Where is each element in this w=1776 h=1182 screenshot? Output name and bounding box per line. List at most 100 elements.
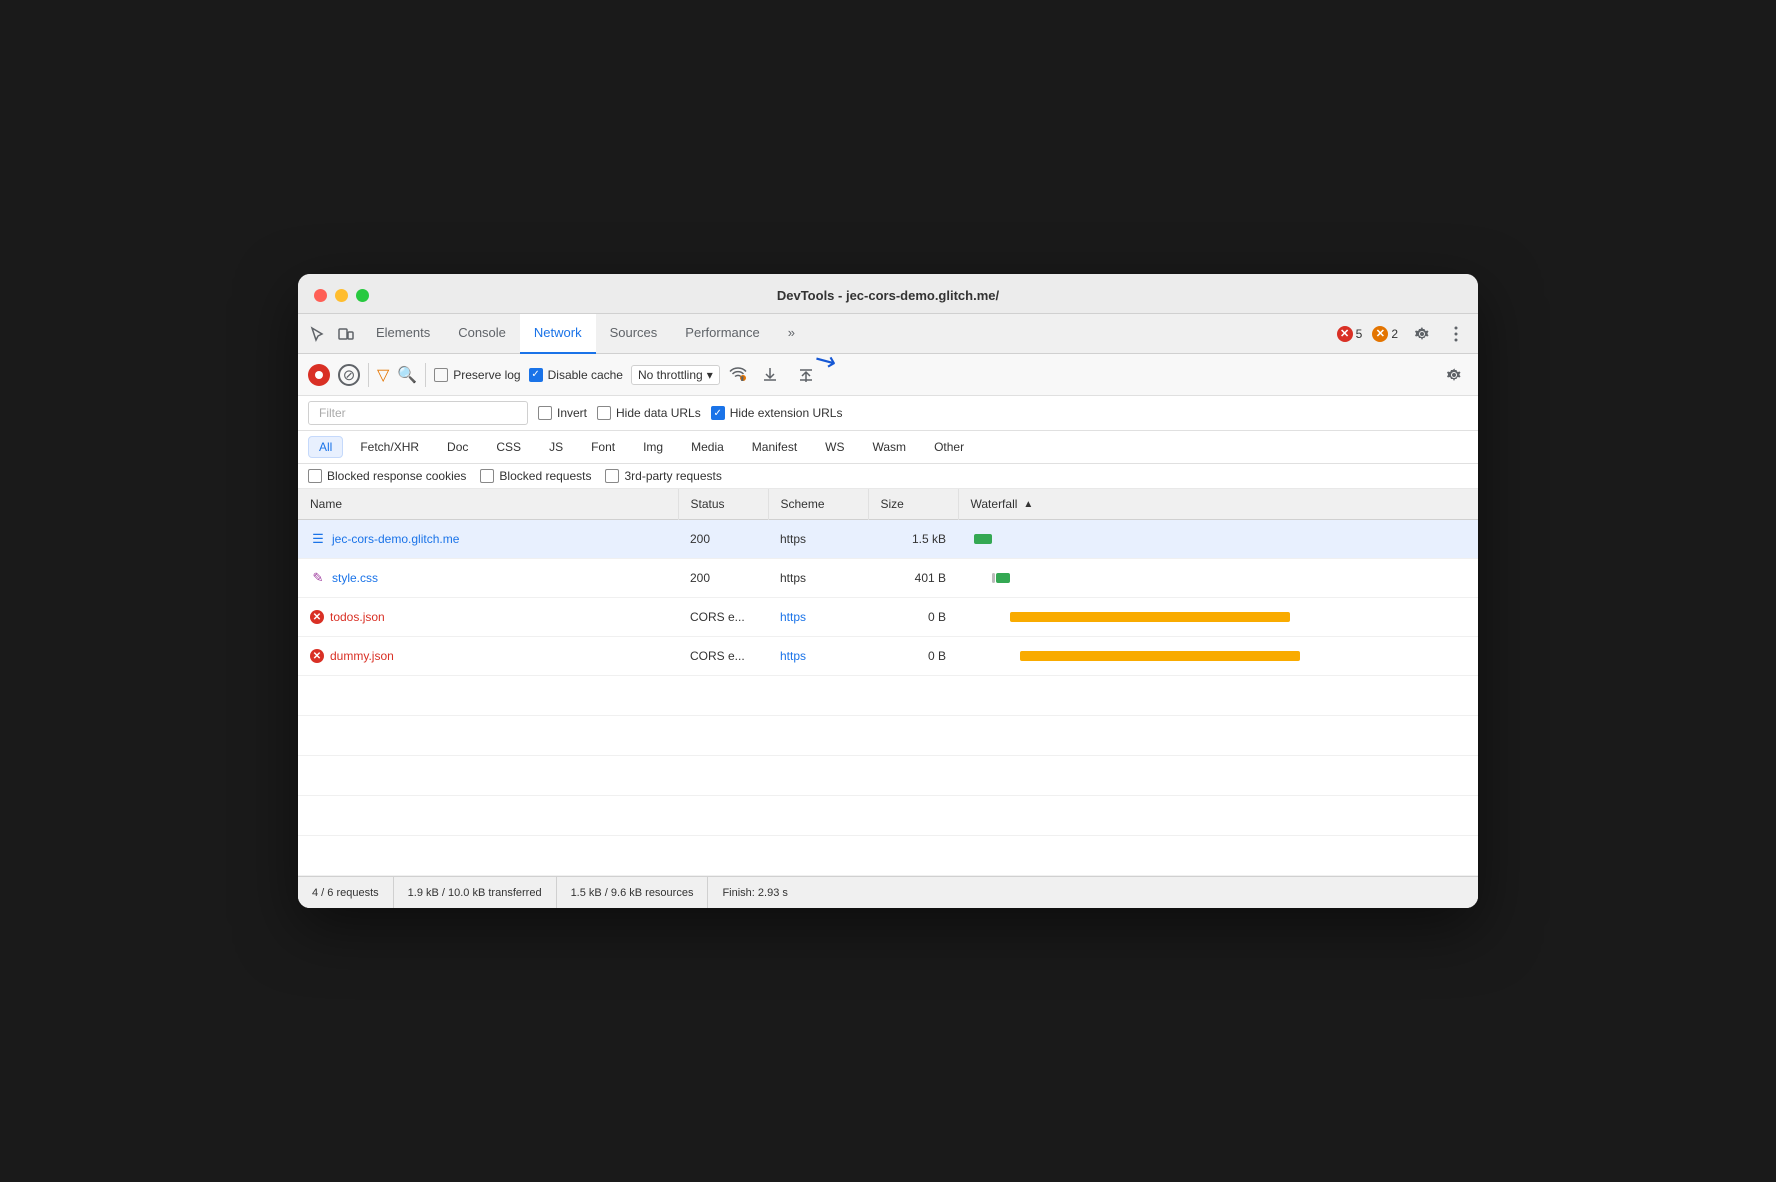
window-title: DevTools - jec-cors-demo.glitch.me/: [777, 288, 999, 303]
table-empty-row: [298, 836, 1478, 876]
status-requests: 4 / 6 requests: [298, 877, 394, 908]
type-btn-wasm[interactable]: Wasm: [862, 436, 918, 458]
network-settings-icon[interactable]: [1440, 361, 1468, 389]
error-icon-red: ✕: [1337, 326, 1353, 342]
table-empty-row: [298, 716, 1478, 756]
col-header-scheme[interactable]: Scheme: [768, 489, 868, 520]
error-badge-red[interactable]: ✕ 5: [1337, 326, 1363, 342]
table-header-row: Name Status Scheme Size: [298, 489, 1478, 520]
row-size: 401 B: [868, 559, 958, 598]
type-btn-img[interactable]: Img: [632, 436, 674, 458]
col-header-waterfall[interactable]: Waterfall ▲: [958, 489, 1478, 520]
tab-network[interactable]: Network: [520, 314, 596, 354]
row-name-link[interactable]: dummy.json: [330, 649, 394, 663]
invert-checkbox[interactable]: Invert: [538, 406, 587, 420]
col-header-name[interactable]: Name: [298, 489, 678, 520]
status-transferred: 1.9 kB / 10.0 kB transferred: [394, 877, 557, 908]
type-btn-js[interactable]: JS: [538, 436, 574, 458]
type-btn-font[interactable]: Font: [580, 436, 626, 458]
tab-sources[interactable]: Sources: [596, 314, 672, 354]
table-row[interactable]: ✎ style.css 200 https 401 B: [298, 559, 1478, 598]
titlebar: DevTools - jec-cors-demo.glitch.me/: [298, 274, 1478, 314]
hide-data-urls-checkbox-box: [597, 406, 611, 420]
row-status: 200: [678, 559, 768, 598]
hide-extension-urls-checkbox-box: [711, 406, 725, 420]
row-size: 1.5 kB: [868, 520, 958, 559]
tabs-right-area: ✕ 5 ✕ 2: [1337, 320, 1470, 348]
blocked-row: Blocked response cookies Blocked request…: [298, 464, 1478, 489]
network-table: Name Status Scheme Size: [298, 489, 1478, 876]
network-conditions-icon[interactable]: !: [728, 365, 748, 385]
table-row[interactable]: ☰ jec-cors-demo.glitch.me 200 https 1.5 …: [298, 520, 1478, 559]
row-status: 200: [678, 520, 768, 559]
type-btn-doc[interactable]: Doc: [436, 436, 479, 458]
network-toolbar: ⊘ ▽ 🔍 Preserve log Disable cache No thro…: [298, 354, 1478, 396]
error-badge-orange[interactable]: ✕ 2: [1372, 326, 1398, 342]
close-button[interactable]: [314, 289, 327, 302]
doc-icon: ☰: [310, 531, 326, 547]
table-row[interactable]: ✕ dummy.json CORS e... https 0 B: [298, 637, 1478, 676]
col-header-status[interactable]: Status: [678, 489, 768, 520]
tab-console[interactable]: Console: [444, 314, 520, 354]
type-btn-css[interactable]: CSS: [485, 436, 532, 458]
row-name-link[interactable]: jec-cors-demo.glitch.me: [332, 532, 459, 546]
type-btn-fetch[interactable]: Fetch/XHR: [349, 436, 430, 458]
element-picker-icon[interactable]: [306, 322, 330, 346]
filter-input[interactable]: [308, 401, 528, 425]
row-status: CORS e...: [678, 637, 768, 676]
hide-data-urls-checkbox[interactable]: Hide data URLs: [597, 406, 701, 420]
disable-cache-checkbox[interactable]: Disable cache: [529, 368, 623, 382]
table-empty-row: [298, 756, 1478, 796]
maximize-button[interactable]: [356, 289, 369, 302]
table-row[interactable]: ✕ todos.json CORS e... https 0 B: [298, 598, 1478, 637]
table-empty-row: [298, 676, 1478, 716]
row-scheme: https: [768, 559, 868, 598]
device-toggle-icon[interactable]: [334, 322, 358, 346]
third-party-checkbox[interactable]: 3rd-party requests: [605, 469, 721, 483]
network-table-wrap: Name Status Scheme Size: [298, 489, 1478, 876]
error-icon-orange: ✕: [1372, 326, 1388, 342]
col-header-size[interactable]: Size: [868, 489, 958, 520]
status-finish: Finish: 2.93 s: [708, 877, 801, 908]
record-button[interactable]: [308, 364, 330, 386]
type-filter-row: All Fetch/XHR Doc CSS JS Font Img Media …: [298, 431, 1478, 464]
blocked-requests-checkbox[interactable]: Blocked requests: [480, 469, 591, 483]
preserve-log-checkbox[interactable]: Preserve log: [434, 368, 520, 382]
table-empty-row: [298, 796, 1478, 836]
filter-icon[interactable]: ▽: [377, 365, 389, 385]
more-options-icon[interactable]: [1442, 320, 1470, 348]
export-button[interactable]: ↙: [792, 361, 820, 389]
search-icon[interactable]: 🔍: [397, 365, 417, 385]
traffic-lights: [314, 289, 369, 302]
type-btn-all[interactable]: All: [308, 436, 343, 458]
hide-extension-urls-checkbox[interactable]: Hide extension URLs: [711, 406, 843, 420]
status-bar: 4 / 6 requests 1.9 kB / 10.0 kB transfer…: [298, 876, 1478, 908]
settings-gear-icon[interactable]: [1408, 320, 1436, 348]
error-row-icon: ✕: [310, 649, 324, 663]
blocked-cookies-checkbox[interactable]: Blocked response cookies: [308, 469, 466, 483]
row-size: 0 B: [868, 598, 958, 637]
type-btn-manifest[interactable]: Manifest: [741, 436, 808, 458]
filter-row: Invert Hide data URLs Hide extension URL…: [298, 396, 1478, 431]
throttle-select[interactable]: No throttling ▾: [631, 365, 720, 385]
type-btn-ws[interactable]: WS: [814, 436, 855, 458]
row-name-link[interactable]: style.css: [332, 571, 378, 585]
row-name-link[interactable]: todos.json: [330, 610, 385, 624]
tab-elements[interactable]: Elements: [362, 314, 444, 354]
error-row-icon: ✕: [310, 610, 324, 624]
row-scheme: https: [768, 637, 868, 676]
tabs-bar: Elements Console Network Sources Perform…: [298, 314, 1478, 354]
disable-cache-checkbox-box: [529, 368, 543, 382]
css-icon: ✎: [310, 570, 326, 586]
import-icon[interactable]: [756, 361, 784, 389]
minimize-button[interactable]: [335, 289, 348, 302]
tab-more[interactable]: »: [774, 314, 809, 354]
devtools-window: DevTools - jec-cors-demo.glitch.me/ Elem…: [298, 274, 1478, 908]
row-scheme: https: [768, 598, 868, 637]
clear-button[interactable]: ⊘: [338, 364, 360, 386]
type-btn-other[interactable]: Other: [923, 436, 975, 458]
preserve-log-checkbox-box: [434, 368, 448, 382]
invert-checkbox-box: [538, 406, 552, 420]
type-btn-media[interactable]: Media: [680, 436, 735, 458]
tab-performance[interactable]: Performance: [671, 314, 773, 354]
